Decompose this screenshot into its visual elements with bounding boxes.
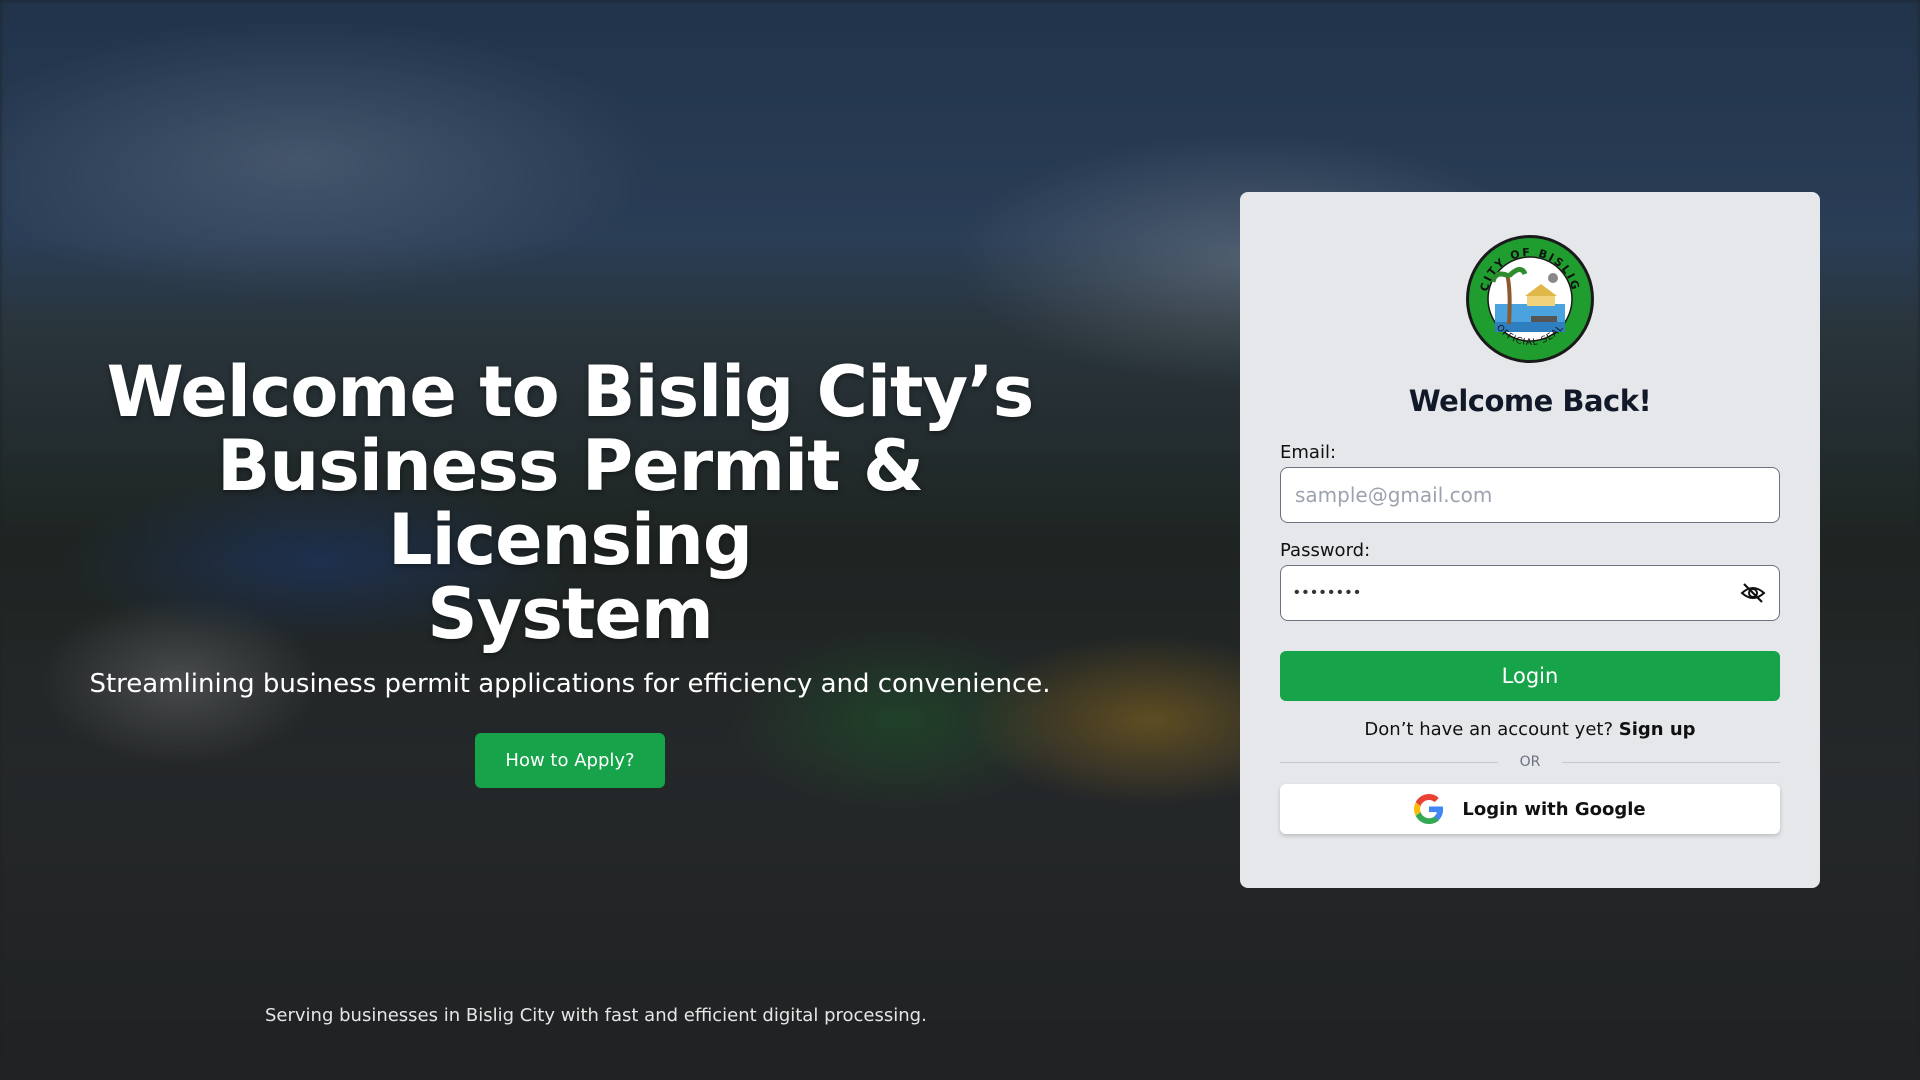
footer-note: Serving businesses in Bislig City with f… [265, 1005, 927, 1026]
login-button[interactable]: Login [1280, 651, 1780, 701]
login-card: CITY OF BISLIG OFFICIAL SEAL Welcome Bac… [1240, 192, 1820, 888]
signup-prompt: Don’t have an account yet? Sign up [1280, 719, 1780, 740]
eye-slash-icon[interactable] [1740, 581, 1766, 605]
city-seal-logo: CITY OF BISLIG OFFICIAL SEAL [1466, 235, 1594, 363]
password-label: Password: [1280, 540, 1371, 561]
hero-section: Welcome to Bislig City’s Business Permit… [40, 355, 1100, 788]
hero-title-line2: Business Permit & Licensing [217, 425, 924, 581]
hero-title-line3: System [427, 573, 714, 655]
or-divider: OR [1280, 754, 1780, 770]
divider-line-left [1280, 761, 1498, 763]
divider-line-right [1562, 761, 1780, 763]
hero-title-line1: Welcome to Bislig City’s [106, 351, 1035, 433]
email-field-wrapper [1280, 467, 1780, 523]
signup-prompt-text: Don’t have an account yet? [1364, 719, 1614, 740]
email-label: Email: [1280, 442, 1337, 463]
hero-title: Welcome to Bislig City’s Business Permit… [40, 355, 1100, 651]
login-with-google-button[interactable]: Login with Google [1280, 784, 1780, 834]
signup-link[interactable]: Sign up [1619, 719, 1696, 740]
how-to-apply-button[interactable]: How to Apply? [475, 733, 665, 788]
password-field-wrapper: •••••••• [1280, 565, 1780, 621]
google-button-label: Login with Google [1462, 798, 1646, 820]
or-label: OR [1519, 754, 1541, 770]
login-heading: Welcome Back! [1408, 384, 1652, 418]
hero-subtitle: Streamlining business permit application… [89, 669, 1051, 699]
password-field[interactable] [1280, 565, 1780, 621]
email-field[interactable] [1280, 467, 1780, 523]
google-icon [1414, 794, 1444, 824]
